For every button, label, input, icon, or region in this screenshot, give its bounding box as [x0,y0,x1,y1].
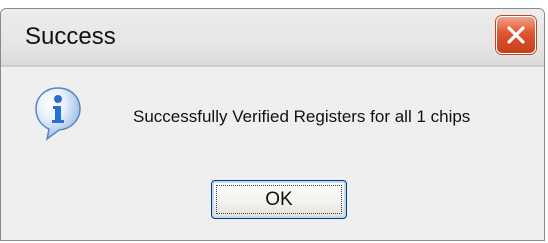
dialog-title: Success [25,23,116,50]
close-icon [507,26,525,44]
ok-button[interactable]: OK [211,180,347,219]
message-text: Successfully Verified Registers for all … [133,107,471,126]
ok-button-label: OK [265,188,293,210]
info-icon [35,87,81,141]
close-button[interactable] [496,16,536,54]
title-bar[interactable]: Success [1,9,544,66]
